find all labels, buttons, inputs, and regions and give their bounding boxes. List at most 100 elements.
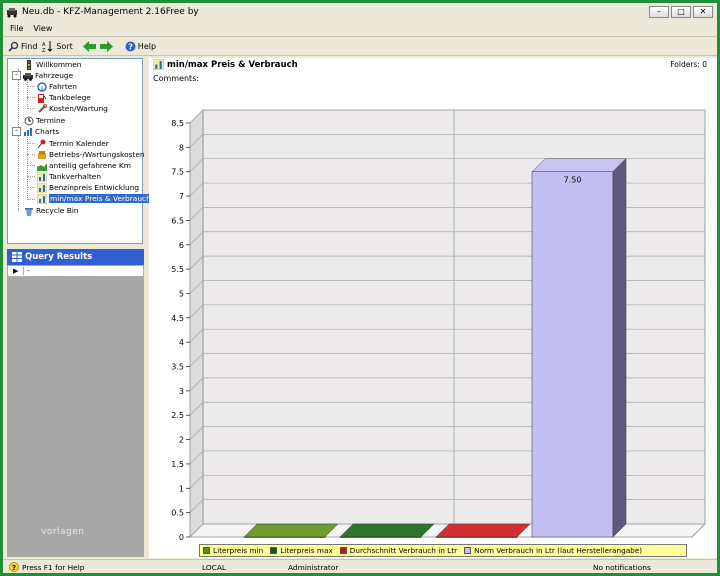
sort-icon: AZ bbox=[42, 41, 53, 52]
legend-swatch bbox=[270, 547, 278, 554]
query-row-cell: - bbox=[23, 267, 30, 275]
tree-item-fahrzeuge[interactable]: – Fahrzeuge bbox=[12, 70, 73, 81]
app-icon bbox=[7, 8, 17, 18]
tree-item-tankverhalten[interactable]: Tankverhalten bbox=[37, 171, 101, 182]
y-tick-label: 4.5 bbox=[171, 314, 184, 323]
window-title: Neu.db - KFZ-Management 2.16Free by bbox=[22, 7, 199, 17]
legend-swatch bbox=[339, 547, 347, 554]
help-icon: ? bbox=[9, 562, 19, 572]
title-bar: Neu.db - KFZ-Management 2.16Free by – □ … bbox=[3, 3, 717, 21]
tree-item-willkommen[interactable]: Willkommen bbox=[24, 59, 81, 70]
clock-icon bbox=[24, 116, 34, 125]
tree-item-termine[interactable]: Termine bbox=[24, 115, 65, 126]
y-tick-label: 5 bbox=[179, 289, 184, 298]
query-row[interactable]: ▶ - bbox=[7, 265, 144, 277]
table-icon bbox=[12, 252, 22, 262]
wrench-icon bbox=[38, 103, 47, 113]
comments-label: Comments: bbox=[153, 74, 200, 83]
help-label: Help bbox=[137, 41, 157, 51]
query-results-title: Query Results bbox=[25, 252, 93, 262]
svg-text:Z: Z bbox=[42, 48, 46, 52]
y-tick-label: 8.5 bbox=[171, 119, 184, 128]
status-notifications: No notifications bbox=[593, 562, 651, 572]
chart-legend: Literpreis min Literpreis max Durchschnitt… bbox=[199, 544, 687, 557]
fuel-pump-icon bbox=[38, 93, 47, 103]
y-tick-label: 3.5 bbox=[171, 363, 184, 372]
y-tick-label: 4 bbox=[179, 338, 184, 347]
legend-label: Literpreis max bbox=[280, 546, 333, 555]
chart-title-text: min/max Preis & Verbrauch bbox=[167, 59, 298, 70]
maximize-button[interactable]: □ bbox=[671, 6, 691, 18]
legend-item-1: Literpreis min bbox=[203, 546, 263, 555]
legend-label: Norm Verbrauch in Ltr (laut Herstelleran… bbox=[474, 546, 643, 555]
tree-item-kosten[interactable]: Kosten/Wartung bbox=[37, 103, 108, 114]
tree-item-minmax[interactable]: min/max Preis & Verbrauch bbox=[37, 193, 152, 204]
y-tick-label: 8 bbox=[179, 143, 184, 152]
area-chart-icon bbox=[37, 162, 47, 171]
chart-icon bbox=[37, 171, 47, 182]
tree-item-anteilig[interactable]: anteilig gefahrene Km bbox=[37, 160, 131, 171]
arrow-right-icon bbox=[99, 40, 113, 52]
back-button[interactable] bbox=[82, 40, 98, 52]
tree-item-fahrten[interactable]: Fahrten bbox=[37, 81, 77, 92]
query-results-panel bbox=[7, 277, 144, 557]
legend-label: Literpreis min bbox=[213, 546, 264, 555]
find-label: Find bbox=[21, 41, 38, 51]
x-category-label: M-MD 1 bbox=[424, 540, 459, 541]
chart-title: min/max Preis & Verbrauch bbox=[153, 59, 298, 70]
car-icon bbox=[23, 72, 33, 81]
y-tick-label: 0 bbox=[179, 533, 184, 541]
y-tick-label: 7.5 bbox=[171, 168, 184, 177]
minimize-button[interactable]: – bbox=[649, 6, 669, 18]
chart-folder-icon bbox=[24, 127, 32, 136]
arrow-left-icon bbox=[82, 40, 96, 52]
collapse-toggle[interactable]: – bbox=[12, 127, 21, 136]
legend-item-3: Durchschnitt Verbrauch in Ltr bbox=[339, 546, 457, 555]
svg-text:?: ? bbox=[12, 564, 16, 572]
help-button[interactable]: ? Help bbox=[125, 41, 156, 52]
steering-icon bbox=[37, 81, 47, 92]
forward-button[interactable] bbox=[99, 40, 115, 52]
y-tick-label: 2.5 bbox=[171, 411, 184, 420]
bar-4 bbox=[531, 171, 614, 538]
tree-item-recycle-bin[interactable]: Recycle Bin bbox=[24, 205, 79, 216]
bar-chart: 0 0.5 1 1.5 2 2.5 3 3.5 4 4.5 5 5.5 6 6.5 7 7.5 8 8.5 7.50… bbox=[171, 109, 706, 541]
bar-top-2 bbox=[339, 523, 435, 538]
menu-bar: File View bbox=[3, 21, 717, 37]
recycle-bin-icon bbox=[25, 207, 33, 216]
y-tick-label: 1.5 bbox=[171, 460, 184, 469]
coins-icon bbox=[38, 150, 46, 159]
y-tick-label: 6 bbox=[179, 241, 184, 250]
query-results-header[interactable]: Query Results bbox=[7, 249, 144, 265]
collapse-toggle[interactable]: – bbox=[12, 71, 21, 80]
y-tick-label: 7 bbox=[179, 192, 184, 201]
bar-top-4 bbox=[531, 158, 627, 172]
chart-icon bbox=[37, 182, 47, 193]
row-pointer-icon: ▶ bbox=[13, 267, 19, 275]
chart-side-wall bbox=[189, 109, 204, 538]
bar-top-1 bbox=[243, 523, 339, 538]
tree-item-benzinpreis[interactable]: Benzinpreis Entwicklung bbox=[37, 182, 139, 193]
chart-icon bbox=[153, 59, 164, 70]
tree-item-termin-kalender[interactable]: Termin Kalender bbox=[37, 138, 109, 149]
chart-icon bbox=[37, 193, 47, 204]
toolbar: Find AZ Sort ? Help bbox=[3, 37, 717, 56]
tree-item-tankbelege[interactable]: Tankbelege bbox=[37, 92, 91, 103]
legend-swatch bbox=[464, 547, 472, 554]
tree-item-betriebskosten[interactable]: Betriebs-/Wartungskosten bbox=[37, 149, 145, 160]
tree-item-charts[interactable]: – Charts bbox=[12, 126, 59, 137]
menu-view[interactable]: View bbox=[33, 24, 52, 33]
close-button[interactable]: ✕ bbox=[693, 6, 713, 18]
svg-text:?: ? bbox=[128, 42, 133, 51]
menu-file[interactable]: File bbox=[10, 24, 23, 33]
navigation-tree: Willkommen – Fahrzeuge Fahrten Tankbeleg… bbox=[7, 58, 152, 244]
find-button[interactable]: Find bbox=[8, 41, 37, 52]
sort-button[interactable]: AZ Sort bbox=[42, 40, 73, 52]
y-tick-label: 2 bbox=[179, 436, 184, 445]
app-window: Neu.db - KFZ-Management 2.16Free by – □ … bbox=[0, 0, 720, 576]
watermark-text: vorlagen bbox=[41, 527, 85, 537]
pin-icon bbox=[37, 139, 46, 148]
bar-top-3 bbox=[435, 523, 531, 538]
legend-item-2: Literpreis max bbox=[270, 546, 333, 555]
legend-item-4: Norm Verbrauch in Ltr (laut Herstelleran… bbox=[464, 546, 642, 555]
